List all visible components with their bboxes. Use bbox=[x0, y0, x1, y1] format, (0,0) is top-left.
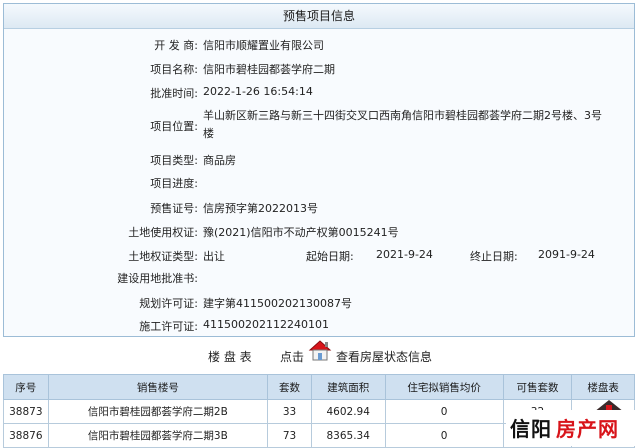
col-building: 销售楼号 bbox=[47, 374, 269, 400]
location-value: 羊山新区新三路与新三十四街交叉口西南角信阳市碧桂园都荟学府二期2号楼、3号楼 bbox=[203, 109, 602, 140]
watermark-text-black: 信阳 bbox=[510, 417, 552, 441]
presale-info-panel: 预售项目信息 开 发 商: 信阳市顺耀置业有限公司 项目名称: 信阳市碧桂园都荟… bbox=[3, 3, 635, 337]
planning-permit-value: 建字第411500202130087号 bbox=[203, 297, 352, 310]
progress-label: 项目进度: bbox=[150, 177, 198, 190]
view-status-link[interactable]: 查看房屋状态信息 bbox=[336, 348, 432, 365]
col-avg-price: 住宅拟销售均价 bbox=[384, 374, 504, 400]
col-available: 可售套数 bbox=[502, 374, 573, 400]
land-cert-type-value: 出让 bbox=[203, 250, 225, 263]
cell-units: 33 bbox=[267, 399, 312, 424]
col-chart: 楼盘表 bbox=[571, 374, 635, 400]
cell-id: 38876 bbox=[3, 423, 49, 448]
cell-id: 38873 bbox=[3, 399, 49, 424]
cell-building: 信阳市碧桂园都荟学府二期2B bbox=[47, 399, 269, 424]
cell-area: 8365.34 bbox=[310, 423, 386, 448]
project-name-label: 项目名称: bbox=[150, 63, 198, 76]
project-type-value: 商品房 bbox=[203, 154, 236, 167]
cell-units: 73 bbox=[267, 423, 312, 448]
presale-cert-label: 预售证号: bbox=[150, 202, 198, 215]
watermark-text-red: 房产网 bbox=[556, 417, 619, 441]
land-cert-type-label: 土地权证类型: bbox=[128, 250, 198, 263]
cell-area: 4602.94 bbox=[310, 399, 386, 424]
cell-avg-price: 0 bbox=[384, 399, 504, 424]
col-area: 建筑面积 bbox=[310, 374, 386, 400]
watermark-logo: 信阳 房产网 bbox=[506, 410, 638, 446]
planning-permit-label: 规划许可证: bbox=[139, 297, 198, 310]
developer-value: 信阳市顺耀置业有限公司 bbox=[203, 39, 324, 52]
construction-permit-label: 施工许可证: bbox=[139, 320, 198, 333]
approval-time-value: 2022-1-26 16:54:14 bbox=[203, 85, 313, 98]
approval-time-label: 批准时间: bbox=[150, 87, 198, 100]
location-label: 项目位置: bbox=[150, 120, 198, 133]
project-type-label: 项目类型: bbox=[150, 154, 198, 167]
table-header-row: 序号 销售楼号 套数 建筑面积 住宅拟销售均价 可售套数 楼盘表 bbox=[3, 374, 635, 400]
panel-title: 预售项目信息 bbox=[4, 4, 634, 29]
click-label: 点击 bbox=[280, 350, 305, 364]
col-units: 套数 bbox=[267, 374, 312, 400]
developer-label: 开 发 商: bbox=[154, 39, 198, 52]
building-table-label: 楼 盘 表 bbox=[208, 350, 252, 364]
end-date-value: 2091-9-24 bbox=[538, 248, 595, 261]
land-use-cert-label: 土地使用权证: bbox=[128, 226, 198, 239]
construction-permit-value: 411500202112240101 bbox=[203, 318, 329, 331]
presale-cert-value: 信房预字第2022013号 bbox=[203, 202, 318, 215]
end-date-label: 终止日期: bbox=[470, 250, 518, 263]
col-id: 序号 bbox=[3, 374, 49, 400]
land-approval-label: 建设用地批准书: bbox=[117, 272, 198, 285]
cell-building: 信阳市碧桂园都荟学府二期3B bbox=[47, 423, 269, 448]
start-date-label: 起始日期: bbox=[306, 250, 354, 263]
cell-avg-price: 0 bbox=[384, 423, 504, 448]
project-name-value: 信阳市碧桂园都荟学府二期 bbox=[203, 63, 335, 76]
start-date-value: 2021-9-24 bbox=[376, 248, 433, 261]
house-icon[interactable] bbox=[307, 337, 333, 363]
land-use-cert-value: 豫(2021)信阳市不动产权第0015241号 bbox=[203, 226, 399, 239]
